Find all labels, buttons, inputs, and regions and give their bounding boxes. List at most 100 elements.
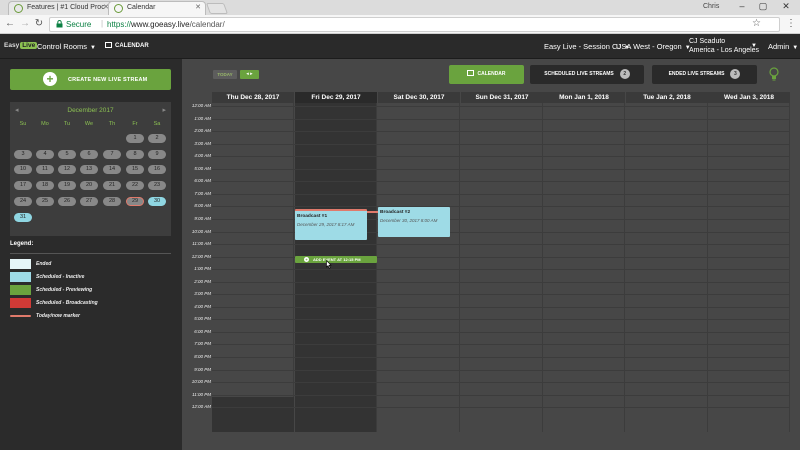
legend-label: Scheduled - Broadcasting (36, 300, 98, 306)
event-datetime: December 30, 2017 8:00 AM (380, 218, 438, 223)
mini-calendar-day[interactable]: 16 (148, 165, 166, 175)
tab-ended-streams[interactable]: ENDED LIVE STREAMS 3 (652, 65, 757, 84)
legend-swatch (10, 259, 31, 269)
event-broadcast-2[interactable]: Broadcast #2 December 30, 2017 8:00 AM (378, 207, 450, 237)
mini-calendar-day[interactable]: 22 (126, 181, 144, 191)
minimize-icon[interactable]: – (734, 1, 750, 11)
mini-calendar-day[interactable]: 8 (126, 149, 144, 159)
time-label: 4:00 AM (194, 153, 211, 159)
mini-calendar-day[interactable]: 3 (14, 149, 32, 159)
mini-calendar-day[interactable]: 10 (14, 165, 32, 175)
today-button[interactable]: TODAY (213, 70, 237, 79)
user-name[interactable]: CJ Scaduto (689, 38, 725, 45)
mini-calendar-day[interactable]: 14 (103, 165, 121, 175)
app-logo[interactable]: Easy Live (4, 42, 38, 49)
user-timezone[interactable]: America - Los Angeles (689, 47, 759, 54)
hour-gridline (212, 331, 790, 333)
mini-calendar-day[interactable]: 2 (148, 134, 166, 143)
browser-tab-bar: Features | #1 Cloud Proc ✕ Calendar ✕ Ch… (0, 0, 800, 15)
calendar-nav-label: CALENDAR (115, 43, 149, 49)
mini-calendar-day[interactable]: 5 (58, 149, 76, 159)
event-title: Broadcast #1 (297, 214, 328, 219)
mini-calendar-day[interactable]: 1 (126, 134, 144, 143)
mini-calendar-day[interactable]: 20 (80, 181, 98, 191)
add-event-button[interactable]: + ADD EVENT AT 12:15 PM (295, 256, 377, 263)
day-header: Fri Dec 29, 2017 (295, 92, 377, 103)
region-selector[interactable]: USA West - Oregon ▼ (616, 42, 691, 51)
mini-calendar-day[interactable]: 29 (126, 196, 144, 206)
plus-icon: + (304, 257, 309, 262)
url-input[interactable]: Secure | https://www.goeasy.live/calenda… (49, 17, 780, 32)
back-arrow-icon[interactable]: ← (4, 18, 16, 29)
legend-label: Ended (36, 261, 52, 267)
legend-item: Scheduled - Previewing (10, 285, 180, 295)
hour-gridline (212, 294, 790, 296)
mini-calendar-day[interactable]: 24 (14, 196, 32, 206)
day-header: Wed Jan 3, 2018 (708, 92, 790, 103)
mini-calendar-day[interactable]: 23 (148, 181, 166, 191)
mini-calendar-weekday: Mo (41, 121, 49, 127)
logo-suffix: Live (20, 42, 38, 49)
legend-item: Scheduled - Inactive (10, 272, 180, 282)
hour-gridline (212, 281, 790, 283)
event-broadcast-1[interactable]: Broadcast #1 December 29, 2017 8:17 AM (295, 209, 367, 240)
add-event-label: ADD EVENT AT 12:15 PM (313, 257, 361, 262)
window-close-icon[interactable]: ✕ (778, 1, 794, 12)
create-live-stream-button[interactable]: + CREATE NEW LIVE STREAM (10, 69, 171, 90)
hour-gridline (212, 394, 790, 396)
chevron-down-icon: ▼ (90, 45, 96, 51)
close-icon[interactable]: ✕ (195, 3, 201, 11)
new-tab-button[interactable] (205, 3, 229, 14)
bookmark-star-icon[interactable]: ☆ (752, 18, 761, 29)
maximize-icon[interactable]: ▢ (755, 1, 771, 12)
browser-tab-calendar[interactable]: Calendar ✕ (108, 1, 206, 15)
mini-calendar-day[interactable]: 25 (36, 196, 54, 206)
mini-calendar-day[interactable]: 18 (36, 181, 54, 191)
legend-item: Ended (10, 259, 180, 269)
mini-calendar-day[interactable]: 30 (148, 196, 166, 206)
mini-calendar: ◂ December 2017 ▸ Su Mo Tu We Th Fr Sa 1 2 3 4 5 6 7 8… (10, 102, 171, 236)
forward-arrow-icon[interactable]: → (19, 18, 31, 29)
mini-calendar-day[interactable]: 27 (80, 196, 98, 206)
mini-calendar-day[interactable]: 26 (58, 196, 76, 206)
lightbulb-icon[interactable] (769, 67, 779, 81)
mini-calendar-day[interactable]: 15 (126, 165, 144, 175)
profile-badge[interactable]: Chris (703, 3, 719, 10)
legend-title: Legend: (10, 241, 34, 247)
reload-icon[interactable]: ↻ (33, 18, 45, 29)
time-label: 10:00 PM (191, 379, 211, 385)
browser-menu-icon[interactable]: ⋮ (786, 18, 796, 29)
mini-calendar-day[interactable]: 31 (14, 212, 32, 222)
mini-calendar-day[interactable]: 4 (36, 149, 54, 159)
time-label: 2:00 AM (194, 128, 211, 134)
calendar-nav-link[interactable]: CALENDAR (105, 42, 149, 49)
mini-calendar-day[interactable]: 19 (58, 181, 76, 191)
chevron-down-icon[interactable]: ▼ (751, 43, 757, 49)
hour-gridline (212, 344, 790, 346)
hour-gridline (212, 143, 790, 145)
lock-icon (56, 20, 63, 28)
hour-gridline (212, 168, 790, 170)
now-marker (367, 211, 378, 213)
mini-calendar-day[interactable]: 28 (103, 196, 121, 206)
mini-calendar-day[interactable]: 21 (103, 181, 121, 191)
mini-calendar-day[interactable]: 17 (14, 181, 32, 191)
legend-item: Today/now marker (10, 311, 180, 321)
hour-gridline (212, 118, 790, 120)
tab-scheduled-streams[interactable]: SCHEDULED LIVE STREAMS 2 (530, 65, 644, 84)
url-scheme: https:// (107, 20, 132, 29)
mini-calendar-day[interactable]: 11 (36, 165, 54, 175)
mini-calendar-day[interactable]: 6 (80, 149, 98, 159)
next-month-icon[interactable]: ▸ (162, 106, 166, 114)
mini-calendar-day[interactable]: 13 (80, 165, 98, 175)
tab-calendar[interactable]: CALENDAR (449, 65, 524, 84)
time-label: 9:00 PM (194, 366, 211, 372)
admin-menu[interactable]: Admin ▼ (768, 42, 798, 51)
play-icon (114, 4, 123, 13)
browser-tab-features[interactable]: Features | #1 Cloud Proc ✕ (8, 1, 114, 15)
mini-calendar-day[interactable]: 12 (58, 165, 76, 175)
mini-calendar-day[interactable]: 9 (148, 149, 166, 159)
control-rooms-menu[interactable]: Control Rooms ▼ (37, 42, 96, 51)
mini-calendar-day[interactable]: 7 (103, 149, 121, 159)
week-nav-arrows[interactable]: ◂ ▸ (240, 70, 259, 79)
